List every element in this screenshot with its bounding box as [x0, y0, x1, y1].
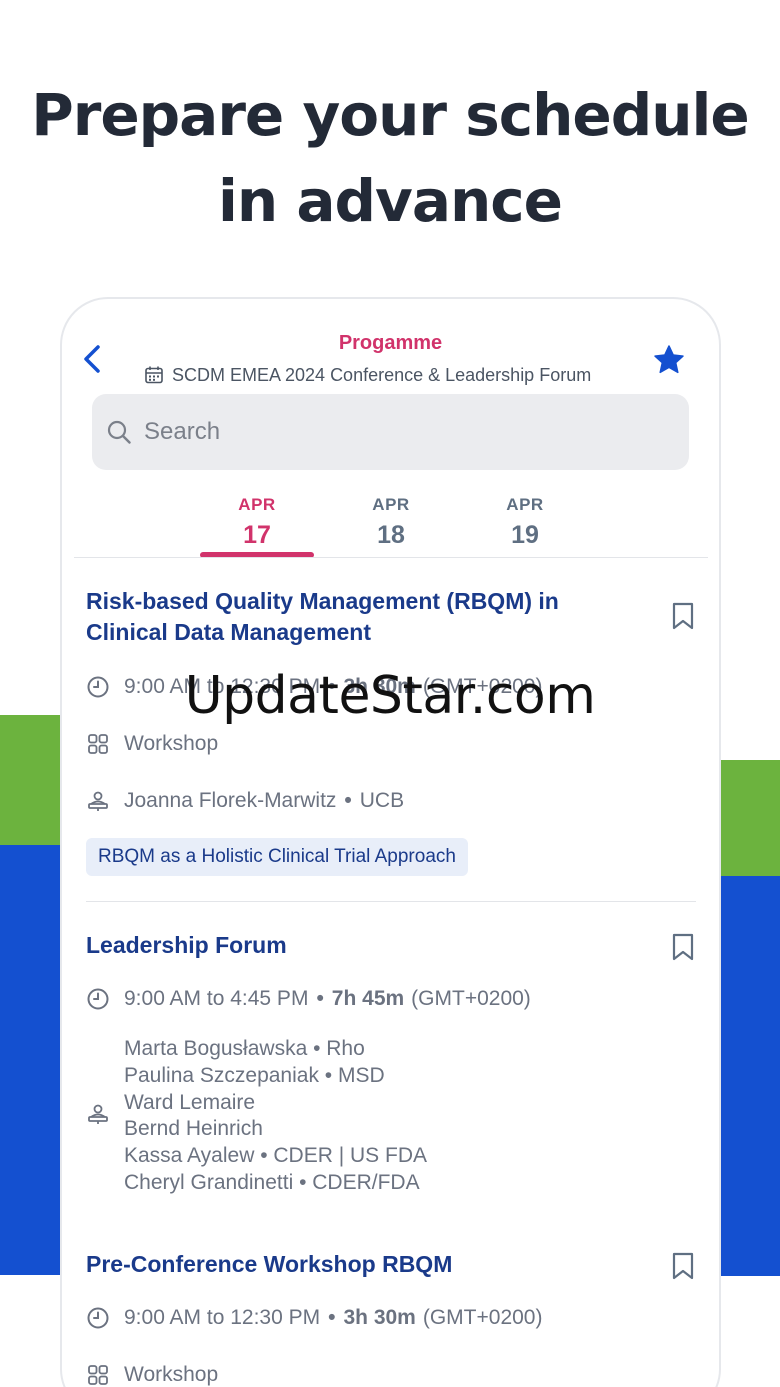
bookmark-icon — [672, 933, 694, 961]
date-tab-day: 17 — [243, 521, 271, 549]
bookmark-icon — [672, 602, 694, 630]
speaker-entry: Paulina Szczepaniak • MSD — [124, 1063, 385, 1087]
nav-title: Progamme — [338, 332, 443, 354]
watermark: UpdateStar.com — [184, 666, 596, 726]
session-type-row: Workshop — [86, 732, 218, 756]
speaker-entry: Marta Bogusławska • Rho — [124, 1037, 365, 1060]
bookmark-button[interactable] — [670, 601, 696, 631]
date-tab-apr-19[interactable]: APR 19 — [468, 489, 582, 550]
date-tab-day: 18 — [377, 521, 405, 549]
session-card[interactable]: Risk-based Quality Management (RBQM) in … — [86, 586, 696, 886]
navigation-bar: Progamme SCDM EMEA 2024 Conference & Lea… — [62, 299, 719, 389]
session-divider — [86, 901, 696, 902]
page-headline: Prepare your schedule in advance — [31, 81, 750, 235]
session-type: Workshop — [124, 732, 219, 755]
session-type: Workshop — [124, 1363, 219, 1386]
separator-dot: • — [328, 1306, 336, 1329]
search-icon — [107, 420, 131, 444]
calendar-icon — [145, 366, 163, 384]
session-timezone: (GMT+0200) — [422, 1306, 543, 1329]
session-duration: 3h 30m — [343, 1306, 416, 1329]
session-card[interactable]: Pre-Conference Workshop RBQM 9:00 AM to … — [86, 1249, 696, 1387]
event-name: SCDM EMEA 2024 Conference & Leadership F… — [172, 364, 592, 385]
separator-dot: • — [316, 987, 324, 1010]
grid-icon — [88, 734, 108, 754]
session-duration: 7h 45m — [331, 987, 405, 1010]
session-time: 9:00 AM to 4:45 PM — [124, 987, 309, 1010]
speaker-icon-wrapper — [86, 1102, 110, 1126]
speaker-icon — [88, 791, 108, 811]
speaker-entry: Bernd Heinrich — [124, 1117, 263, 1141]
date-tab-month: APR — [238, 495, 276, 514]
date-tab-month: APR — [372, 495, 410, 514]
session-timezone: (GMT+0200) — [411, 987, 531, 1010]
speaker-icon — [88, 1104, 108, 1124]
session-title[interactable]: Risk-based Quality Management (RBQM) in … — [86, 586, 626, 648]
session-type-row: Workshop — [86, 1363, 218, 1387]
bookmark-icon — [672, 1252, 694, 1280]
speaker-entry: Cheryl Grandinetti • CDER/FDA — [124, 1170, 420, 1194]
speaker-list: Marta Bogusławska • Rho Paulina Szczepan… — [124, 1036, 427, 1197]
date-tab-apr-18[interactable]: APR 18 — [334, 489, 448, 550]
bookmark-button[interactable] — [670, 932, 696, 962]
clock-icon — [87, 1307, 109, 1329]
session-track-tag[interactable]: RBQM as a Holistic Clinical Trial Approa… — [86, 838, 468, 876]
speaker-organization: UCB — [359, 789, 405, 812]
search-input[interactable] — [144, 418, 644, 446]
grid-icon — [88, 1365, 108, 1385]
star-icon — [654, 345, 684, 374]
favorite-button[interactable] — [652, 343, 686, 377]
tabs-divider — [74, 557, 708, 558]
clock-icon — [87, 988, 109, 1010]
bookmark-button[interactable] — [670, 1251, 696, 1281]
date-tab-month: APR — [506, 495, 544, 514]
event-subtitle: SCDM EMEA 2024 Conference & Leadership F… — [144, 363, 591, 387]
speaker-entry: Ward Lemaire — [124, 1090, 256, 1114]
session-title[interactable]: Leadership Forum — [86, 930, 626, 961]
date-tabs: APR 17 APR 18 APR 19 — [62, 489, 719, 559]
phone-frame: Progamme SCDM EMEA 2024 Conference & Lea… — [60, 297, 721, 1387]
session-card[interactable]: Leadership Forum 9:00 AM to 4:45 PM • 7h… — [86, 930, 696, 1220]
date-tab-day: 19 — [511, 521, 539, 549]
speaker-name: Joanna Florek-Marwitz — [124, 789, 337, 812]
session-time-row: 9:00 AM to 12:30 PM • 3h 30m (GMT+0200) — [86, 1306, 542, 1330]
session-title[interactable]: Pre-Conference Workshop RBQM — [86, 1249, 626, 1280]
session-speaker-row: Joanna Florek-Marwitz • UCB — [86, 789, 404, 813]
session-time: 9:00 AM to 12:30 PM — [124, 1306, 321, 1329]
date-tab-apr-17[interactable]: APR 17 — [200, 489, 314, 550]
session-time-row: 9:00 AM to 4:45 PM • 7h 45m (GMT+0200) — [86, 987, 531, 1011]
separator-dot: • — [344, 789, 352, 812]
search-bar[interactable] — [92, 394, 689, 470]
speaker-entry: Kassa Ayalew • CDER | US FDA — [124, 1144, 428, 1168]
